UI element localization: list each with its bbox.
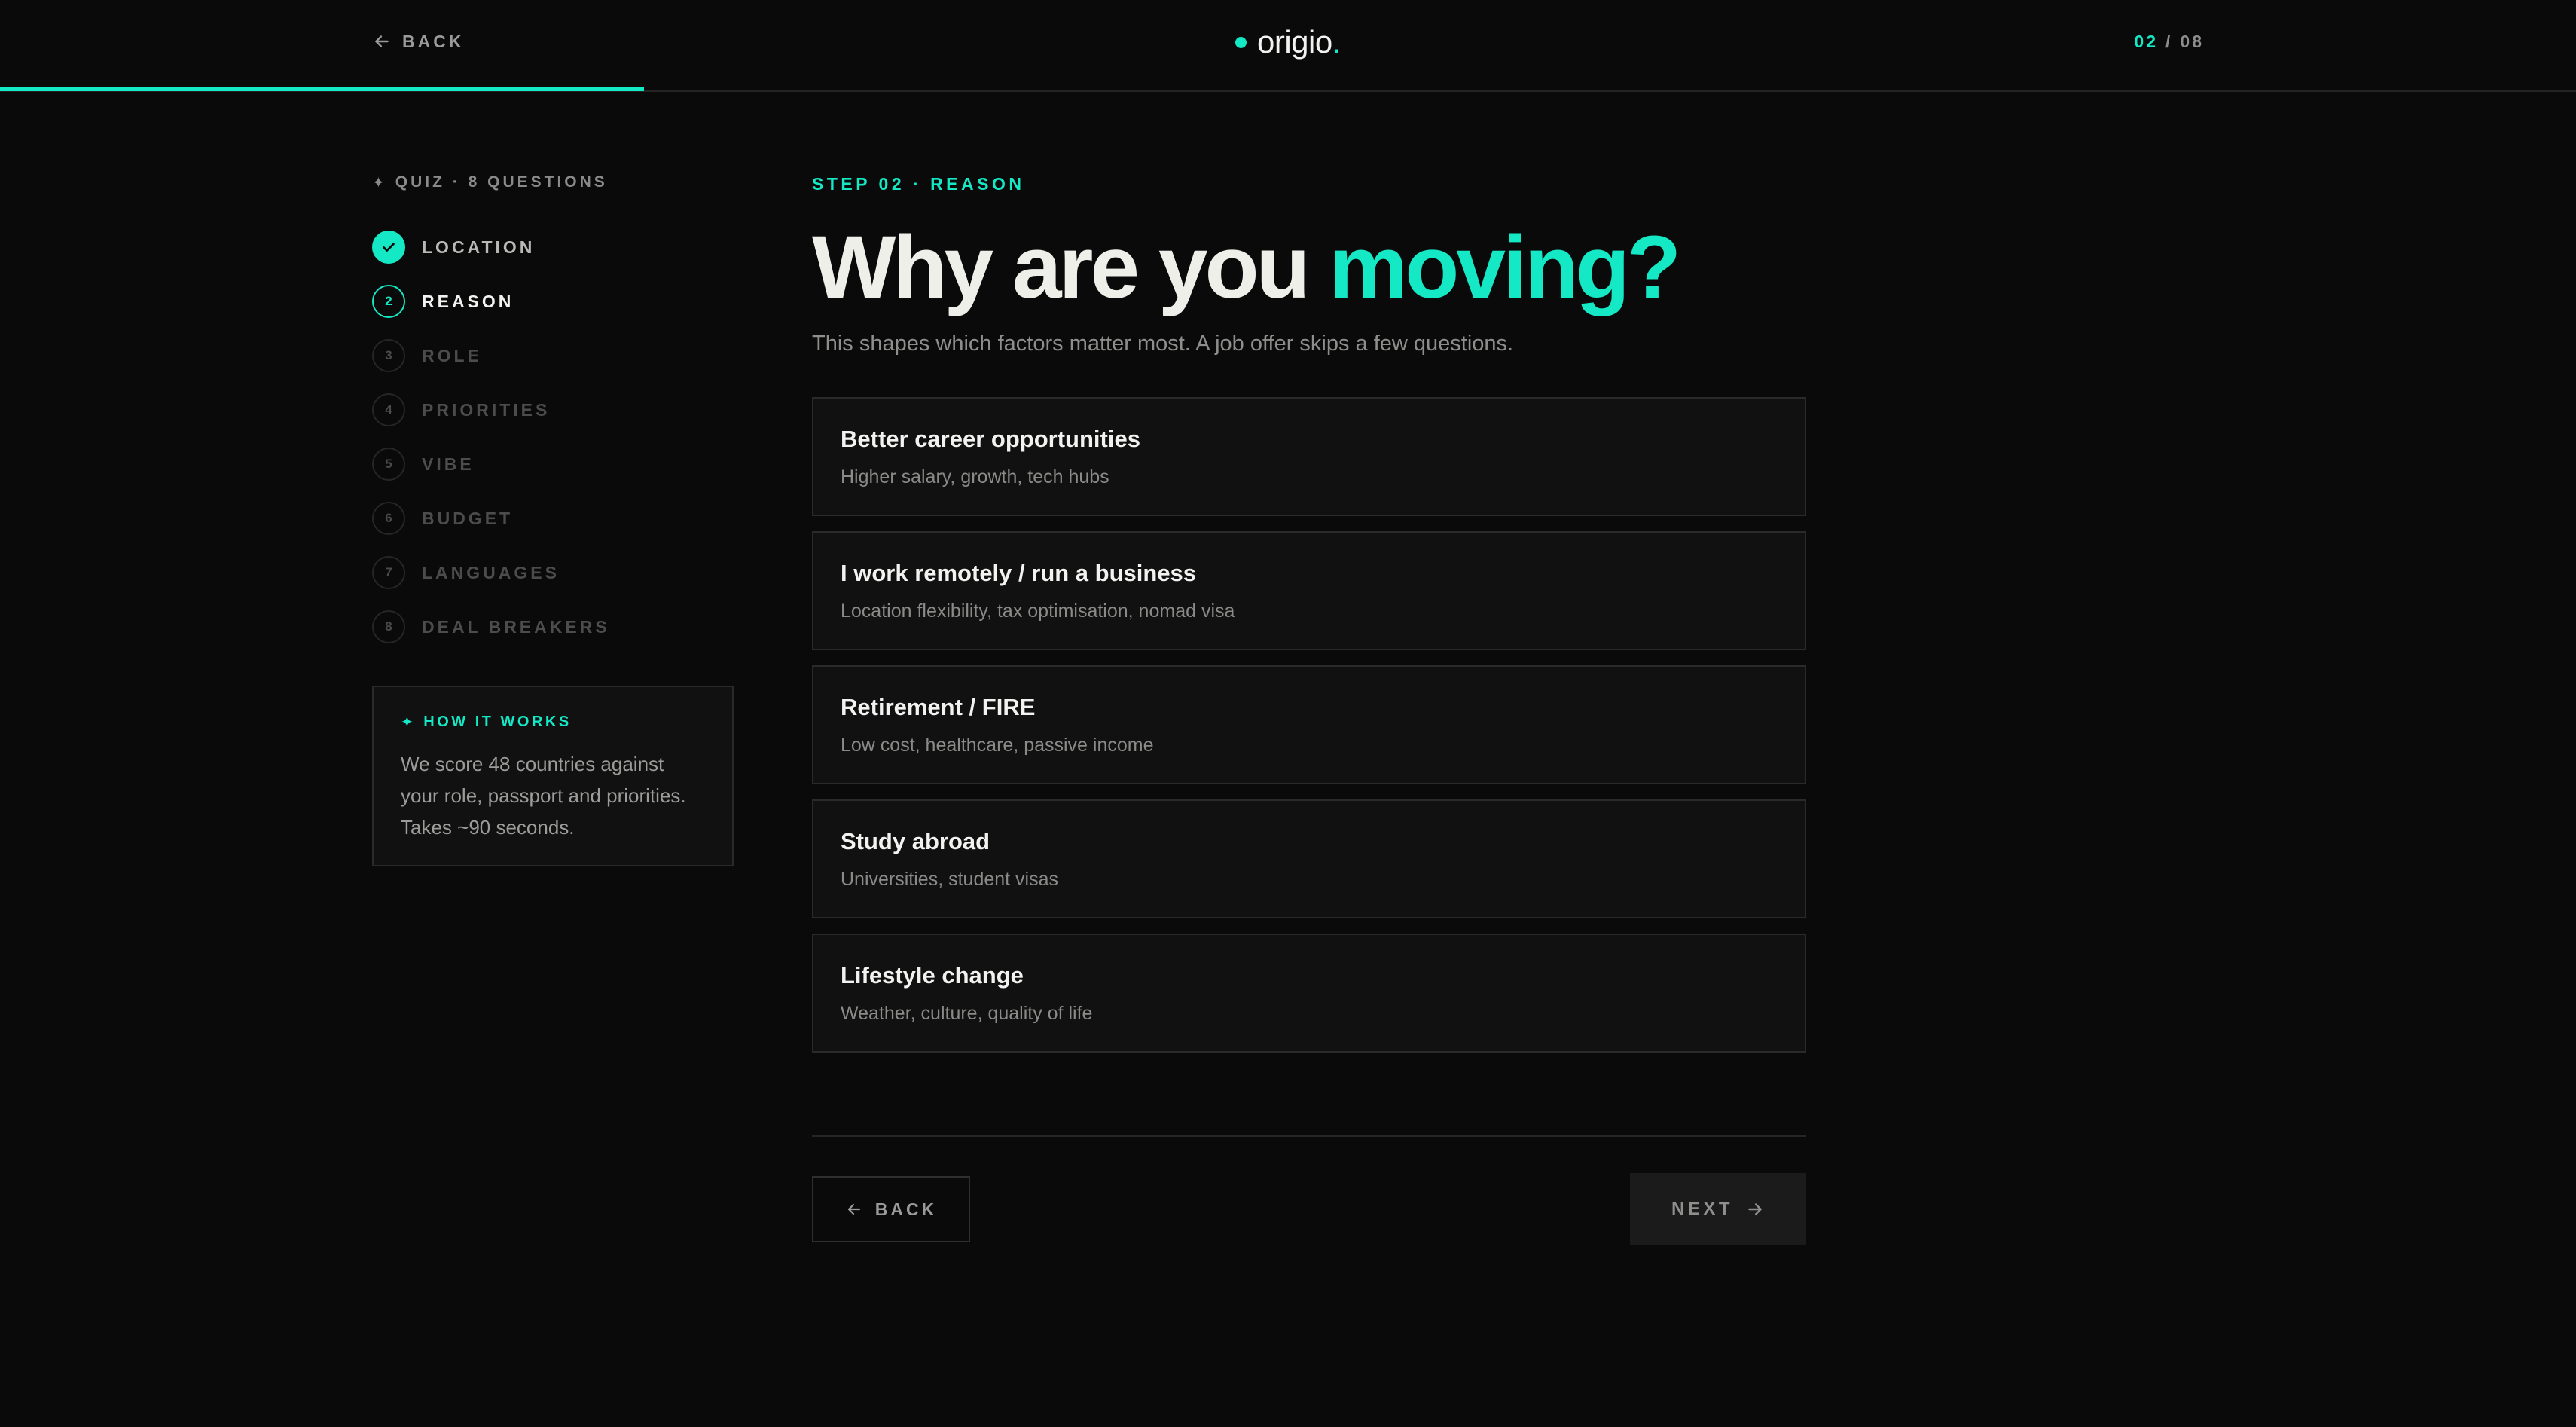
option-remote-business[interactable]: I work remotely / run a business Locatio… (812, 531, 1806, 650)
sparkle-icon: ✦ (372, 174, 388, 191)
step-complete-badge (372, 231, 405, 264)
option-title: Lifestyle change (841, 962, 1024, 989)
arrow-right-icon (1748, 1203, 1762, 1215)
step-item-role: 3 ROLE (372, 328, 734, 383)
logo-dot-icon (1235, 36, 1247, 48)
step-label: DEAL BREAKERS (422, 616, 610, 637)
quiz-page: BACK origio. 02 / 08 ✦ QUIZ · 8 QUESTION… (0, 0, 2576, 1427)
step-number: 3 (372, 339, 405, 372)
step-item-priorities: 4 PRIORITIES (372, 383, 734, 437)
page-subtitle: This shapes which factors matter most. A… (812, 332, 1514, 356)
option-retirement[interactable]: Retirement / FIRE Low cost, healthcare, … (812, 665, 1806, 784)
step-number: 2 (372, 285, 405, 318)
option-title: Retirement / FIRE (841, 694, 1036, 720)
step-number: 6 (372, 502, 405, 535)
sidebar: ✦ QUIZ · 8 QUESTIONS LOCATION 2 REASON 3… (372, 166, 734, 866)
step-list: LOCATION 2 REASON 3 ROLE 4 PRIORITIES 5 … (372, 220, 734, 654)
check-icon (383, 243, 395, 252)
step-label: LOCATION (422, 237, 536, 257)
option-description: Low cost, healthcare, passive income (841, 735, 1154, 756)
step-item-reason[interactable]: 2 REASON (372, 274, 734, 328)
back-button[interactable]: BACK (812, 1176, 970, 1242)
back-button-label: BACK (874, 1199, 938, 1219)
how-it-works-text: We score 48 countries against your role,… (401, 753, 686, 839)
logo-text: origio. (1257, 24, 1341, 60)
option-description: Universities, student visas (841, 869, 1059, 890)
step-kicker: STEP 02 · REASON (812, 173, 1025, 194)
step-label: PRIORITIES (422, 399, 551, 420)
step-number: 5 (372, 448, 405, 481)
step-counter: 02 / 08 (2134, 29, 2204, 54)
question-panel: STEP 02 · REASON Why are you moving? Thi… (812, 166, 1806, 1068)
logo[interactable]: origio. (1235, 20, 1341, 65)
option-title: Better career opportunities (841, 426, 1140, 452)
step-label: LANGUAGES (422, 562, 560, 582)
step-label: ROLE (422, 345, 482, 365)
arrow-left-icon (375, 35, 389, 47)
counter-current: 02 (2134, 31, 2159, 51)
option-description: Location flexibility, tax optimisation, … (841, 600, 1235, 622)
how-it-works-title: ✦ HOW IT WORKS (401, 714, 572, 731)
step-item-location[interactable]: LOCATION (372, 220, 734, 274)
option-description: Higher salary, growth, tech hubs (841, 466, 1109, 487)
quiz-label: ✦ QUIZ · 8 QUESTIONS (372, 173, 608, 191)
step-label: BUDGET (422, 508, 514, 528)
step-item-vibe: 5 VIBE (372, 437, 734, 491)
step-number: 7 (372, 556, 405, 589)
step-item-deal-breakers: 8 DEAL BREAKERS (372, 600, 734, 654)
option-title: I work remotely / run a business (841, 560, 1197, 586)
option-lifestyle[interactable]: Lifestyle change Weather, culture, quali… (812, 934, 1806, 1053)
sparkle-icon: ✦ (401, 714, 417, 731)
counter-separator: / (2165, 31, 2173, 51)
option-description: Weather, culture, quality of life (841, 1003, 1093, 1024)
progress-bar (0, 87, 644, 91)
answer-options: Better career opportunities Higher salar… (812, 397, 1806, 1053)
page-title: Why are you moving? (812, 218, 1681, 317)
next-button-label: NEXT (1671, 1199, 1733, 1219)
step-item-budget: 6 BUDGET (372, 491, 734, 545)
step-label: VIBE (422, 454, 475, 474)
counter-total: 08 (2180, 31, 2204, 51)
header-back-label: BACK (402, 31, 465, 51)
option-study-abroad[interactable]: Study abroad Universities, student visas (812, 799, 1806, 918)
step-item-languages: 7 LANGUAGES (372, 545, 734, 600)
step-label: REASON (422, 291, 514, 311)
arrow-left-icon (847, 1203, 860, 1215)
how-it-works-card: ✦ HOW IT WORKS We score 48 countries aga… (372, 686, 734, 866)
step-number: 4 (372, 393, 405, 426)
step-number: 8 (372, 610, 405, 643)
top-header: BACK origio. 02 / 08 (0, 0, 2576, 92)
option-career[interactable]: Better career opportunities Higher salar… (812, 397, 1806, 516)
next-button[interactable]: NEXT (1630, 1173, 1806, 1245)
option-title: Study abroad (841, 828, 990, 854)
footer-divider (812, 1135, 1806, 1137)
header-back-button[interactable]: BACK (372, 29, 464, 54)
